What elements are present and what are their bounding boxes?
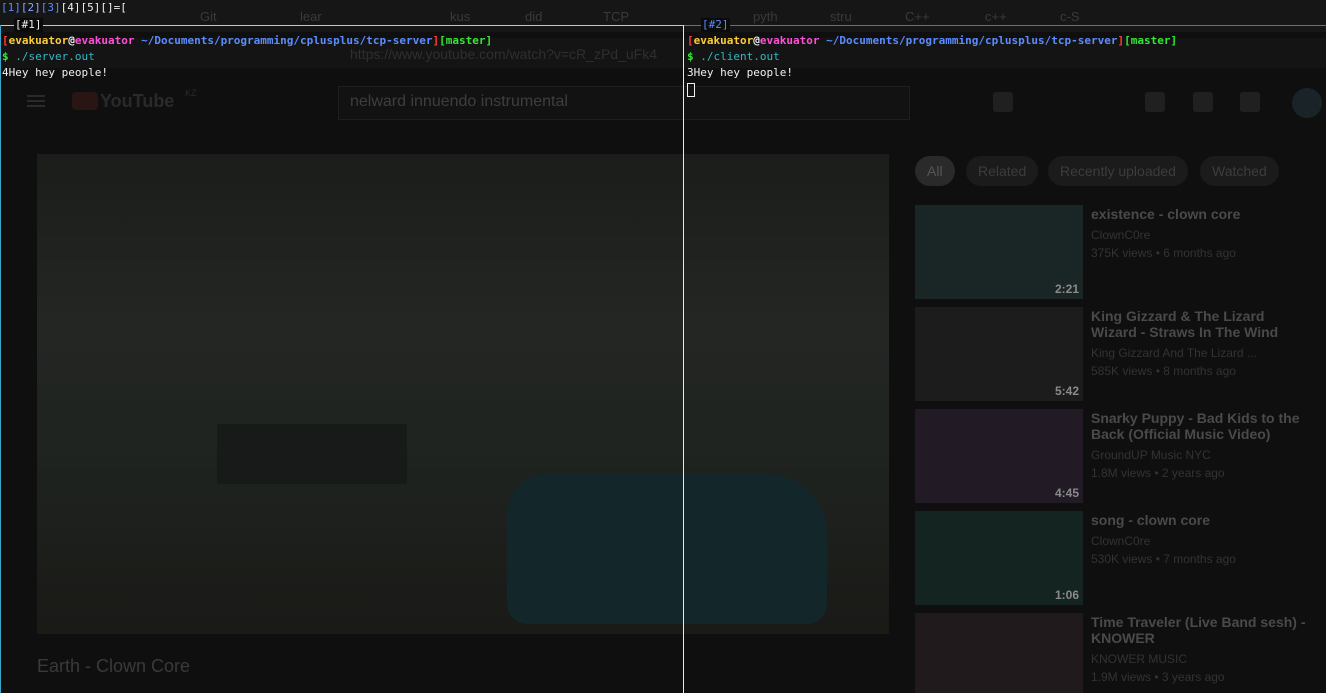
mic-icon[interactable] — [993, 92, 1013, 112]
search-input[interactable]: nelward innuendo instrumental — [350, 93, 568, 111]
pane-2-command-line[interactable]: $ ./client.out — [687, 49, 780, 65]
prompt-path: ~/Documents/programming/cplusplus/tcp-se… — [141, 34, 433, 47]
pane-2-prompt-line: [evakuator@evakuator ~/Documents/program… — [687, 33, 1177, 49]
prompt-user: evakuator — [693, 34, 754, 47]
pane-1-title: [#1] — [14, 18, 43, 32]
youtube-logo-text[interactable]: YouTube — [100, 91, 174, 112]
bracket: [ — [687, 34, 694, 47]
prompt-at: @ — [68, 34, 75, 47]
menu-icon[interactable] — [27, 95, 45, 97]
pane-1-top-border — [0, 25, 683, 26]
related-thumbnail[interactable]: 4:45 — [915, 409, 1083, 503]
related-channel[interactable]: ClownC0re — [1091, 532, 1150, 550]
git-branch: [master] — [439, 34, 493, 47]
prompt-symbol: $ — [687, 50, 694, 63]
apps-icon[interactable] — [1193, 92, 1213, 112]
duration-badge: 5:42 — [1054, 384, 1079, 398]
bracket: [ — [2, 34, 9, 47]
browser-tab-bar: Git lear kus did TCP pyth stru C++ c++ c… — [0, 0, 1326, 32]
pane-2-output: 3Hey hey people! — [687, 66, 793, 79]
window-tab-3[interactable]: [3] — [41, 1, 61, 14]
related-title[interactable]: Snarky Puppy - Bad Kids to the Back (Off… — [1091, 410, 1311, 442]
prompt-symbol: $ — [2, 50, 9, 63]
pane-2-title: [#2] — [701, 18, 730, 32]
pane-1-command-line[interactable]: $ ./server.out — [2, 49, 95, 65]
layout-indicator: []=[ — [100, 1, 127, 14]
pane-1-left-border — [0, 25, 1, 693]
duration-badge: 2:21 — [1054, 282, 1079, 296]
prompt-path: ~/Documents/programming/cplusplus/tcp-se… — [826, 34, 1118, 47]
chip-watched[interactable]: Watched — [1200, 156, 1279, 186]
related-title[interactable]: King Gizzard & The Lizard Wizard - Straw… — [1091, 308, 1311, 340]
window-tab-2[interactable]: [2] — [21, 1, 41, 14]
pane-1-prompt-line: [evakuator@evakuator ~/Documents/program… — [2, 33, 492, 49]
create-video-icon[interactable] — [1145, 92, 1165, 112]
pane-2-top-border — [684, 25, 1326, 26]
related-thumbnail[interactable]: 5:42 — [915, 307, 1083, 401]
command-text: ./server.out — [15, 50, 95, 63]
pane-divider[interactable] — [683, 25, 684, 693]
related-meta: 1.9M views • 3 years ago — [1091, 670, 1225, 684]
tmux-window-list: [1][2][3][4][5][]=[ — [1, 1, 127, 15]
git-branch: [master] — [1124, 34, 1178, 47]
window-tab-5[interactable]: [5] — [81, 1, 101, 14]
related-thumbnail[interactable] — [915, 613, 1083, 693]
duration-badge: 1:06 — [1054, 588, 1079, 602]
related-channel[interactable]: ClownC0re — [1091, 226, 1150, 244]
browser-background: Git lear kus did TCP pyth stru C++ c++ c… — [0, 0, 1326, 693]
window-tab-4[interactable]: [4] — [61, 1, 81, 14]
related-meta: 375K views • 6 months ago — [1091, 246, 1236, 260]
related-channel[interactable]: KNOWER MUSIC — [1091, 650, 1187, 668]
related-channel[interactable]: King Gizzard And The Lizard ... — [1091, 344, 1257, 362]
related-meta: 585K views • 8 months ago — [1091, 364, 1236, 378]
command-text: ./client.out — [700, 50, 780, 63]
related-thumbnail[interactable]: 1:06 — [915, 511, 1083, 605]
prompt-host: evakuator — [759, 34, 820, 47]
video-player[interactable] — [37, 154, 889, 634]
terminal-cursor[interactable] — [687, 83, 695, 97]
region-code: KZ — [185, 88, 197, 98]
related-channel[interactable]: GroundUP Music NYC — [1091, 446, 1211, 464]
prompt-host: evakuator — [74, 34, 135, 47]
related-meta: 1.8M views • 2 years ago — [1091, 466, 1225, 480]
related-title[interactable]: Time Traveler (Live Band sesh) - KNOWER — [1091, 614, 1311, 646]
related-title[interactable]: existence - clown core — [1091, 206, 1311, 222]
bell-icon[interactable] — [1240, 92, 1260, 112]
prompt-user: evakuator — [8, 34, 69, 47]
pane-1-output: 4Hey hey people! — [2, 66, 108, 79]
duration-badge: 4:45 — [1054, 486, 1079, 500]
video-frame-van — [507, 474, 827, 624]
chip-related[interactable]: Related — [966, 156, 1039, 186]
window-tab-1[interactable]: [1] — [1, 1, 21, 14]
chip-recently-uploaded[interactable]: Recently uploaded — [1048, 156, 1188, 186]
related-title[interactable]: song - clown core — [1091, 512, 1311, 528]
prompt-at: @ — [753, 34, 760, 47]
youtube-logo-icon[interactable] — [72, 92, 98, 110]
video-frame-house — [217, 424, 407, 484]
related-thumbnail[interactable]: 2:21 — [915, 205, 1083, 299]
related-meta: 530K views • 7 months ago — [1091, 552, 1236, 566]
chip-all[interactable]: All — [915, 156, 955, 186]
video-title: Earth - Clown Core — [37, 656, 191, 676]
avatar[interactable] — [1292, 88, 1322, 118]
